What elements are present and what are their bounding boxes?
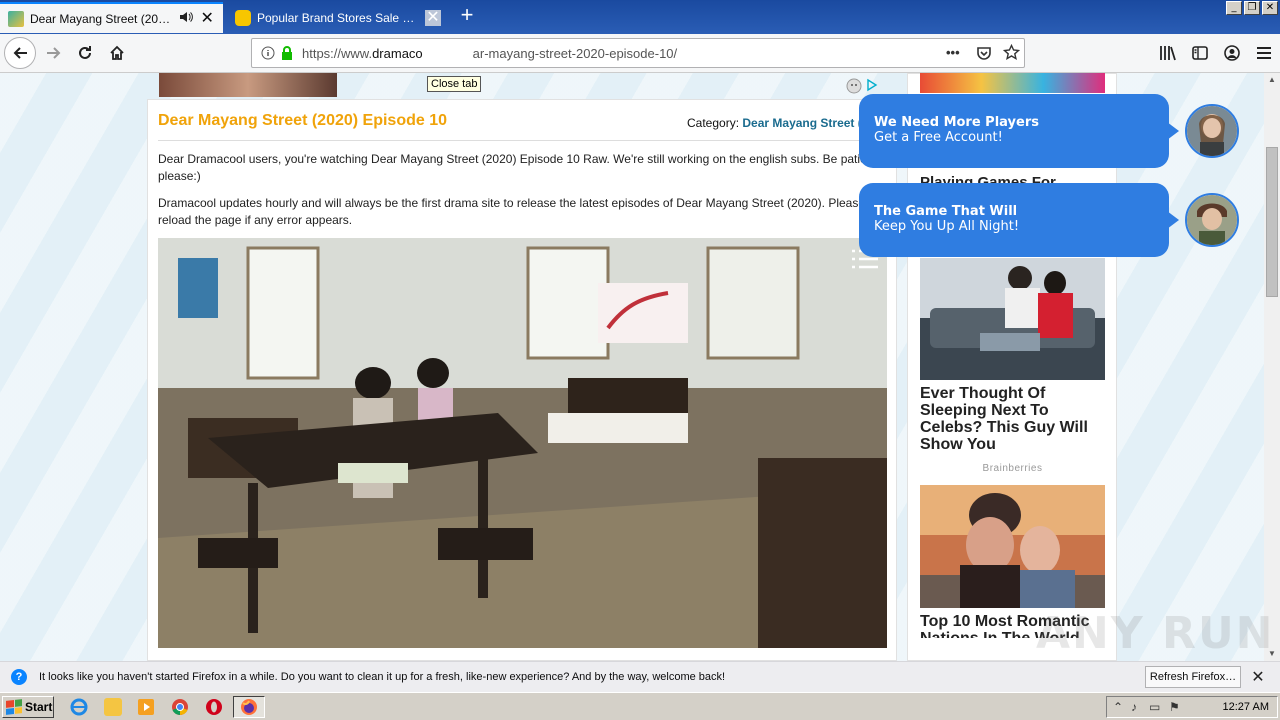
update-paragraph: Dramacool updates hourly and will always… [158,196,866,227]
tray-expand-icon[interactable]: ⌃ [1113,700,1123,714]
tab-title: Dear Mayang Street (2020) Ep [30,11,176,26]
start-button[interactable]: Start [2,696,54,718]
notification-bubble-players[interactable]: We Need More Players Get a Free Account! [859,94,1179,168]
notification-bubble-game[interactable]: The Game That Will Keep You Up All Night… [859,183,1179,257]
volume-icon[interactable]: ♪ [1131,700,1137,714]
opera-icon[interactable] [205,698,223,716]
refresh-firefox-button[interactable]: Refresh Firefox… [1145,666,1241,688]
home-icon [110,45,124,60]
speaker-icon[interactable] [179,11,194,26]
media-player-icon[interactable] [137,698,155,716]
windows-taskbar: Start ⌃ ♪ ▭ ⚑ 12:27 AM [0,692,1280,720]
flag-icon[interactable]: ⚑ [1169,700,1180,714]
tab-dear-mayang-street[interactable]: Dear Mayang Street (2020) Ep ✕ [0,2,223,33]
scroll-up-arrow-icon[interactable]: ▲ [1264,73,1280,87]
sidebar-ad-image-kiss[interactable] [920,485,1105,608]
close-window-icon[interactable]: ✕ [1262,1,1278,15]
notification-text: It looks like you haven't started Firefo… [39,671,726,683]
close-tab-tooltip: Close tab [427,76,482,92]
network-icon[interactable]: ▭ [1149,700,1160,714]
system-tray: ⌃ ♪ ▭ ⚑ 12:27 AM [1106,696,1278,718]
episode-title: Dear Mayang Street (2020) Episode 10 [158,112,448,129]
category-label: Category: [687,116,740,130]
firefox-taskbar-button[interactable] [233,696,265,718]
close-tab-icon[interactable]: ✕ [199,10,215,27]
library-button[interactable] [1152,39,1184,67]
title-divider [158,140,888,141]
hamburger-menu-icon [1257,47,1271,59]
bubble-headline: We Need More Players [874,115,1039,130]
sidebar-ad-source[interactable]: Brainberries [920,463,1105,474]
tab-popular-brand-stores[interactable]: Popular Brand Stores Sale Promoti ✕ [227,2,449,33]
menu-button[interactable] [1248,39,1280,67]
home-button[interactable] [103,39,131,67]
info-icon[interactable] [261,46,275,63]
sidebar-ad-caption-celebs[interactable]: Ever Thought Of Sleeping Next To Celebs?… [920,385,1105,453]
close-notification-icon[interactable]: ✕ [1250,667,1266,687]
category-link[interactable]: Dear Mayang Street ( [742,116,861,130]
chrome-icon[interactable] [171,698,189,716]
video-player[interactable] [158,238,887,648]
firefox-icon [241,699,257,715]
close-tab-icon[interactable]: ✕ [425,9,441,26]
bubble-headline: The Game That Will [874,204,1018,219]
reload-button[interactable] [71,39,99,67]
avatar-portrait-icon [1187,195,1237,245]
back-arrow-icon [13,47,27,59]
forward-arrow-icon [47,47,61,59]
url-text: https://www.dramaco ar-mayang-street-2020… [302,46,678,61]
account-icon [1224,45,1240,61]
video-frame [158,238,887,648]
restore-icon[interactable]: ❐ [1244,1,1260,15]
sidebar-icon [1192,46,1208,60]
bookmark-star-icon[interactable] [1002,43,1021,64]
page-actions-button[interactable]: ••• [946,45,960,60]
sidebar-ad-image-couple-sofa[interactable] [920,258,1105,380]
back-button[interactable] [4,37,36,69]
anyrun-watermark: ANY RUN [1036,608,1275,659]
sidebar-toggle-button[interactable] [1184,39,1216,67]
start-label: Start [25,700,53,714]
lock-icon[interactable] [280,45,294,64]
pocket-icon[interactable] [976,45,992,64]
intro-paragraph: Dear Dramacool users, you're watching De… [158,152,877,183]
url-bar[interactable]: https://www.dramaco ar-mayang-street-2020… [251,38,1025,68]
firefox-notification-bar: ? It looks like you haven't started Fire… [0,661,1280,692]
account-button[interactable] [1216,39,1248,67]
adchoices-face-icon[interactable] [846,78,862,94]
avatar[interactable] [1185,193,1239,247]
bubble-subline: Get a Free Account! [874,130,1003,145]
ad-choices[interactable] [846,78,878,94]
library-icon [1160,46,1176,61]
tab-title: Popular Brand Stores Sale Promoti [257,10,419,25]
adchoices-play-icon[interactable] [866,78,878,92]
minimize-icon[interactable]: _ [1226,1,1242,15]
internet-explorer-icon[interactable] [70,698,88,716]
category-line: Category: Dear Mayang Street ( [687,116,862,130]
avatar-portrait-icon [1187,106,1237,156]
top-ad-image[interactable] [159,73,337,97]
avatar[interactable] [1185,104,1239,158]
dramacool-favicon-icon [8,10,24,27]
bubble-subline: Keep You Up All Night! [874,219,1020,234]
window-controls: _ ❐ ✕ [1226,1,1278,15]
taskbar-clock[interactable]: 12:27 AM [1223,701,1269,713]
vertical-scrollbar[interactable]: ▲ ▼ [1264,73,1280,661]
folder-icon[interactable] [104,698,122,716]
navigation-toolbar: https://www.dramaco ar-mayang-street-2020… [0,34,1280,92]
scrollbar-thumb[interactable] [1266,147,1278,297]
question-icon: ? [11,669,27,685]
tab-strip: Dear Mayang Street (2020) Ep ✕ Popular B… [0,0,1280,34]
sidebar-top-ad-image[interactable] [920,73,1105,93]
forward-button[interactable] [40,39,68,67]
windows-logo-icon [6,699,22,715]
reload-icon [79,46,91,59]
smiley-favicon-icon [235,9,251,26]
new-tab-button[interactable]: + [456,4,478,27]
